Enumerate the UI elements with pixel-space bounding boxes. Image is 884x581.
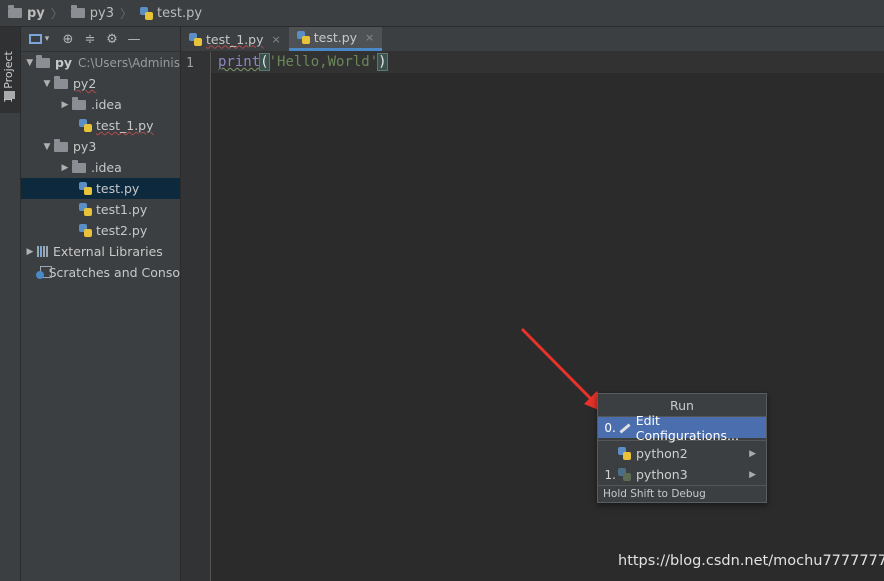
breadcrumb-item-py3[interactable]: py3 〉 [70,5,133,22]
tree-item-idea[interactable]: ▶ .idea [21,94,180,115]
code-string: 'Hello,World' [268,54,379,70]
python-icon [618,447,631,460]
submenu-arrow-icon: ▶ [749,448,756,459]
python-file-icon [79,224,92,237]
breadcrumb: py 〉 py3 〉 test.py [0,0,884,27]
project-tree: ▼ py C:\Users\Adminis ▼ py2 ▶ .idea test… [21,52,180,283]
tree-item-external-libraries[interactable]: ▶ External Libraries [21,241,180,262]
pencil-icon [617,422,631,434]
run-popup-menu: Run 0. Edit Configurations... python2 ▶ … [597,393,767,503]
collapsed-arrow-icon: ▶ [26,246,34,257]
collapsed-arrow-icon: ▶ [61,162,69,173]
tree-item-test1-py[interactable]: test1.py [21,199,180,220]
library-icon [37,246,48,257]
tool-window-strip: 1: Project [0,27,21,581]
breadcrumb-item-py[interactable]: py 〉 [8,5,63,22]
scratches-icon [35,266,52,279]
folder-icon [36,54,50,68]
project-tool-tab[interactable]: 1: Project [0,27,20,113]
tree-item-py3[interactable]: ▼ py3 [21,136,180,157]
gear-icon: ⚙ [106,31,118,47]
tree-item-test2-py[interactable]: test2.py [21,220,180,241]
python-file-icon [140,6,154,20]
breadcrumb-item-file[interactable]: test.py [140,6,202,21]
collapse-all-button[interactable]: ≑ [79,28,101,50]
python-file-icon [296,31,310,44]
project-toolbar: ▾ ⊕ ≑ ⚙ — [21,27,180,52]
code-line[interactable]: print('Hello,World') [211,52,884,73]
python-file-icon [189,32,202,46]
locate-button[interactable]: ⊕ [57,28,79,50]
close-icon[interactable]: × [272,33,281,46]
submenu-arrow-icon: ▶ [749,469,756,480]
folder-icon [8,5,22,18]
line-gutter[interactable]: 1 [181,52,211,581]
watermark-text: https://blog.csdn.net/mochu7777777 [618,553,884,569]
tree-item-py[interactable]: ▼ py C:\Users\Adminis [21,52,180,73]
project-view-icon [28,34,42,44]
python-icon [618,468,631,481]
project-panel: ▾ ⊕ ≑ ⚙ — ▼ py C:\Users\Adminis ▼ py2 ▶ … [21,27,181,581]
python-file-icon [79,119,92,132]
collapse-icon: ≑ [84,31,96,47]
minimize-icon: — [127,31,141,47]
chevron-right-icon: 〉 [50,6,63,21]
expanded-arrow-icon: ▼ [43,141,51,152]
tab-test-1-py[interactable]: test_1.py × [181,27,289,51]
folder-icon [54,75,68,89]
crosshair-icon: ⊕ [62,31,74,47]
code-paren-close: ) [377,53,388,71]
expanded-arrow-icon: ▼ [26,57,34,68]
tree-item-test-py[interactable]: test.py [21,178,180,199]
tree-item-py2[interactable]: ▼ py2 [21,73,180,94]
python-file-icon [79,203,92,216]
tab-test-py[interactable]: test.py × [288,27,383,51]
folder-icon [72,96,86,110]
folder-icon [54,138,68,152]
python3-config-item[interactable]: 1. python3 ▶ [598,464,766,485]
tree-item-scratches[interactable]: Scratches and Conso [21,262,180,283]
collapsed-arrow-icon: ▶ [61,99,69,110]
line-number: 1 [186,56,194,71]
folder-icon [4,91,15,99]
view-mode-dropdown[interactable]: ▾ [21,28,57,50]
tree-item-idea[interactable]: ▶ .idea [21,157,180,178]
folder-icon [72,159,86,173]
tree-item-test-1-py[interactable]: test_1.py [21,115,180,136]
edit-configurations-item[interactable]: 0. Edit Configurations... [598,413,766,443]
debug-hint: Hold Shift to Debug [598,485,766,502]
close-icon[interactable]: × [365,31,374,44]
expanded-arrow-icon: ▼ [43,78,51,89]
dropdown-arrow-icon: ▾ [44,34,50,44]
settings-button[interactable]: ⚙ [101,28,123,50]
editor-area: test_1.py × test.py × 1 print('Hello,Wor… [181,27,884,581]
python-file-icon [79,182,92,195]
folder-icon [70,5,85,18]
chevron-right-icon: 〉 [120,6,133,21]
code-paren-open: ( [259,53,270,71]
code-function: print [218,54,261,70]
hide-button[interactable]: — [123,28,145,50]
editor-tabs: test_1.py × test.py × [181,27,884,52]
python2-config-item[interactable]: python2 ▶ [598,443,766,464]
